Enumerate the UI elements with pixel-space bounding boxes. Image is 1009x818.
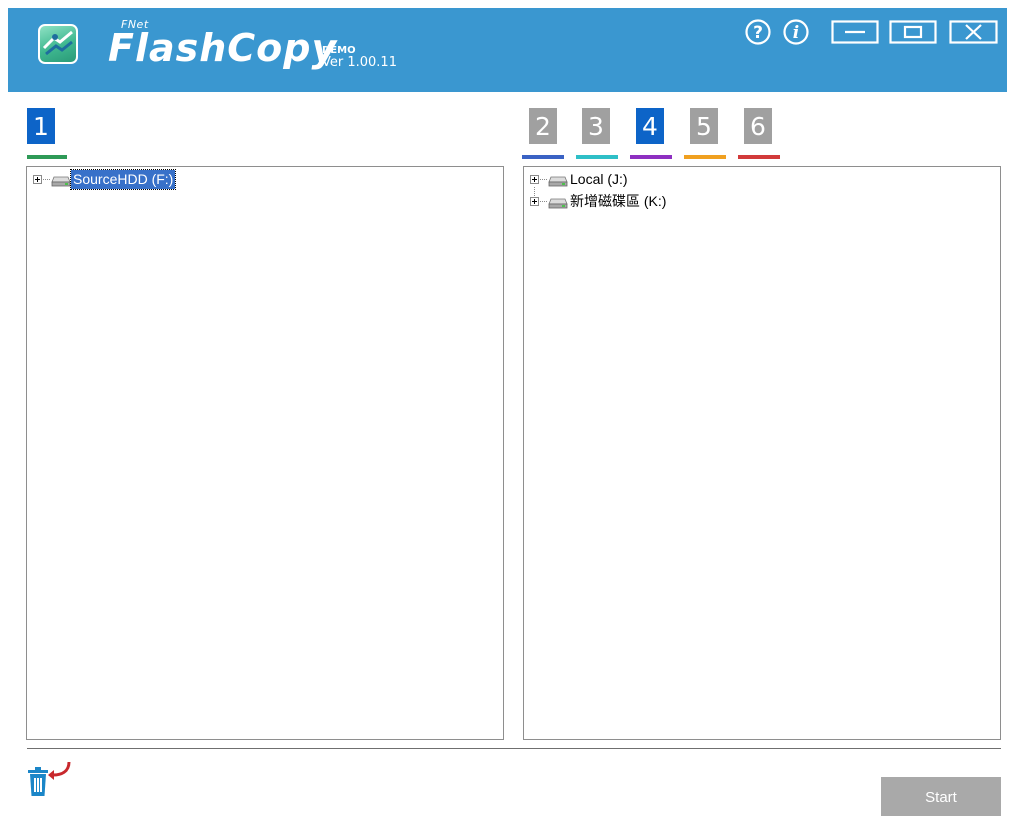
help-icon: ?: [745, 19, 771, 45]
tab-source-1[interactable]: 1: [27, 108, 55, 144]
trash-restore-button[interactable]: [27, 760, 73, 798]
tab-target-2-underline: [522, 155, 564, 159]
tree-node-label[interactable]: Local (J:): [568, 170, 630, 189]
help-button[interactable]: ?: [744, 18, 772, 46]
tab-target-6[interactable]: 6: [744, 108, 772, 144]
svg-text:?: ?: [753, 23, 763, 43]
tree-node-label[interactable]: SourceHDD (F:): [69, 169, 177, 190]
info-icon: i: [783, 19, 809, 45]
maximize-icon: [889, 20, 937, 44]
trash-restore-icon: [28, 761, 71, 796]
tab-target-3[interactable]: 3: [582, 108, 610, 144]
tree-connector: [540, 179, 547, 180]
svg-text:i: i: [793, 23, 799, 43]
minimize-icon: [831, 20, 879, 44]
tree-connector: [540, 201, 547, 202]
tree-connector: [534, 187, 535, 196]
tab-target-4[interactable]: 4: [636, 108, 664, 144]
tab-source-1-underline: [27, 155, 67, 159]
tab-target-4-underline: [630, 155, 672, 159]
hard-drive-icon: [51, 176, 71, 187]
close-icon: [949, 20, 998, 44]
expand-icon[interactable]: [530, 197, 539, 206]
start-button[interactable]: Start: [881, 777, 1001, 816]
app-logo-icon: [38, 24, 78, 64]
footer-divider: [27, 748, 1001, 749]
source-drive-tree[interactable]: SourceHDD (F:): [26, 166, 504, 740]
title-bar: FNet FlashCopy DEMO Ver 1.00.11 ? i: [8, 8, 1007, 92]
expand-icon[interactable]: [33, 175, 42, 184]
tree-connector: [43, 179, 50, 180]
tab-target-5-underline: [684, 155, 726, 159]
expand-icon[interactable]: [530, 175, 539, 184]
tab-target-6-underline: [738, 155, 780, 159]
app-title: FlashCopy: [108, 26, 338, 70]
target-drive-tree[interactable]: Local (J:) 新增磁碟區 (K:): [523, 166, 1001, 740]
minimize-button[interactable]: [831, 18, 879, 46]
close-button[interactable]: [949, 18, 998, 46]
hard-drive-icon: [548, 198, 568, 209]
info-button[interactable]: i: [782, 18, 810, 46]
tab-target-5[interactable]: 5: [690, 108, 718, 144]
tree-node-label[interactable]: 新增磁碟區 (K:): [568, 192, 668, 211]
version-label: Ver 1.00.11: [322, 55, 397, 70]
hard-drive-icon: [548, 176, 568, 187]
tab-target-2[interactable]: 2: [529, 108, 557, 144]
tab-target-3-underline: [576, 155, 618, 159]
app-window: FNet FlashCopy DEMO Ver 1.00.11 ? i 1 2 …: [8, 8, 1007, 816]
maximize-button[interactable]: [889, 18, 937, 46]
